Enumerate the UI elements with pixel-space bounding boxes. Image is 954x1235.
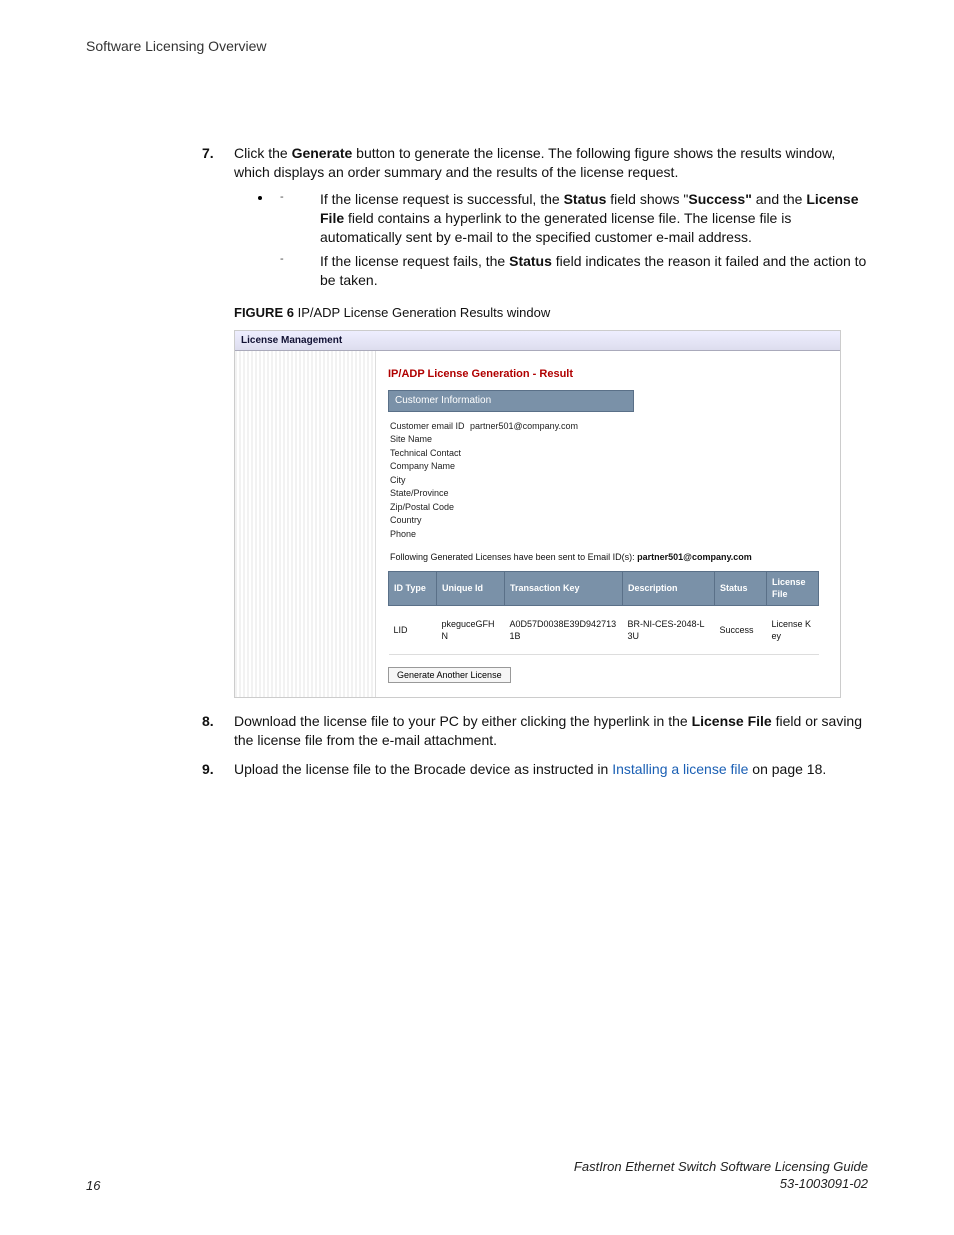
- bullet-2: - If the license request fails, the Stat…: [258, 252, 868, 290]
- text: Click the: [234, 145, 292, 161]
- figure-image: License Management IP/ADP License Genera…: [234, 330, 841, 698]
- cell-id-type: LID: [389, 605, 437, 654]
- text-bold: Status: [564, 191, 607, 207]
- page-number: 16: [86, 1178, 100, 1193]
- text: and the: [752, 191, 807, 207]
- step-number: 7.: [202, 144, 214, 163]
- bullet-1: - If the license request is successful, …: [258, 190, 868, 247]
- cell-description: BR-NI-CES-2048-L3U: [623, 605, 715, 654]
- field-label: Phone: [390, 528, 470, 542]
- figure-caption: FIGURE 6 IP/ADP License Generation Resul…: [234, 304, 868, 322]
- text-bold: License File: [692, 713, 772, 729]
- cell-license-file[interactable]: License Key: [767, 605, 819, 654]
- step-number: 9.: [202, 760, 214, 779]
- cell-unique-id: pkeguceGFHN: [437, 605, 505, 654]
- section-header: Software Licensing Overview: [86, 38, 868, 54]
- field-label: Technical Contact: [390, 447, 470, 461]
- dash-icon: -: [280, 190, 284, 205]
- sidebar-nav: [235, 351, 376, 697]
- guide-title: FastIron Ethernet Switch Software Licens…: [574, 1159, 868, 1176]
- figure-number: FIGURE 6: [234, 305, 294, 320]
- window-title: License Management: [235, 331, 840, 352]
- cross-reference-link[interactable]: Installing a license file: [612, 761, 748, 777]
- figure-title: IP/ADP License Generation Results window: [294, 305, 550, 320]
- text: If the license request is successful, th…: [320, 191, 564, 207]
- generate-another-button[interactable]: Generate Another License: [388, 667, 511, 683]
- customer-info-header: Customer Information: [388, 390, 634, 412]
- text: on page 18.: [748, 761, 826, 777]
- bullet-icon: [258, 196, 262, 200]
- field-label: Customer email ID: [390, 420, 470, 434]
- table-row: LID pkeguceGFHN A0D57D0038E39D9427131B B…: [389, 605, 819, 654]
- step-8: 8. Download the license file to your PC …: [234, 712, 868, 750]
- th-id-type: ID Type: [389, 572, 437, 605]
- text-bold: Status: [509, 253, 552, 269]
- step-9: 9. Upload the license file to the Brocad…: [234, 760, 868, 779]
- text: field contains a hyperlink to the genera…: [320, 210, 791, 245]
- text-bold: Generate: [292, 145, 353, 161]
- field-label: State/Province: [390, 487, 470, 501]
- cell-status: Success: [715, 605, 767, 654]
- th-unique-id: Unique Id: [437, 572, 505, 605]
- field-label: Country: [390, 514, 470, 528]
- text-bold: partner501@company.com: [637, 552, 752, 562]
- step-number: 8.: [202, 712, 214, 731]
- step-7: 7. Click the Generate button to generate…: [234, 144, 868, 698]
- text: Following Generated Licenses have been s…: [390, 552, 637, 562]
- th-transaction-key: Transaction Key: [505, 572, 623, 605]
- cell-transaction-key: A0D57D0038E39D9427131B: [505, 605, 623, 654]
- text: If the license request fails, the: [320, 253, 509, 269]
- sent-message: Following Generated Licenses have been s…: [390, 551, 828, 563]
- text: Upload the license file to the Brocade d…: [234, 761, 612, 777]
- field-label: Zip/Postal Code: [390, 501, 470, 515]
- dash-icon: -: [280, 252, 284, 267]
- th-license-file: License File: [767, 572, 819, 605]
- customer-info-fields: Customer email IDpartner501@company.com …: [390, 420, 828, 542]
- text: Download the license file to your PC by …: [234, 713, 692, 729]
- page-footer: 16 FastIron Ethernet Switch Software Lic…: [86, 1159, 868, 1193]
- text-bold: Success": [688, 191, 751, 207]
- page-title: IP/ADP License Generation - Result: [388, 367, 828, 382]
- th-status: Status: [715, 572, 767, 605]
- field-label: Site Name: [390, 433, 470, 447]
- th-description: Description: [623, 572, 715, 605]
- field-value: partner501@company.com: [470, 420, 578, 434]
- field-label: Company Name: [390, 460, 470, 474]
- field-label: City: [390, 474, 470, 488]
- license-table: ID Type Unique Id Transaction Key Descri…: [388, 571, 819, 655]
- text: field shows ": [606, 191, 688, 207]
- doc-number: 53-1003091-02: [574, 1176, 868, 1193]
